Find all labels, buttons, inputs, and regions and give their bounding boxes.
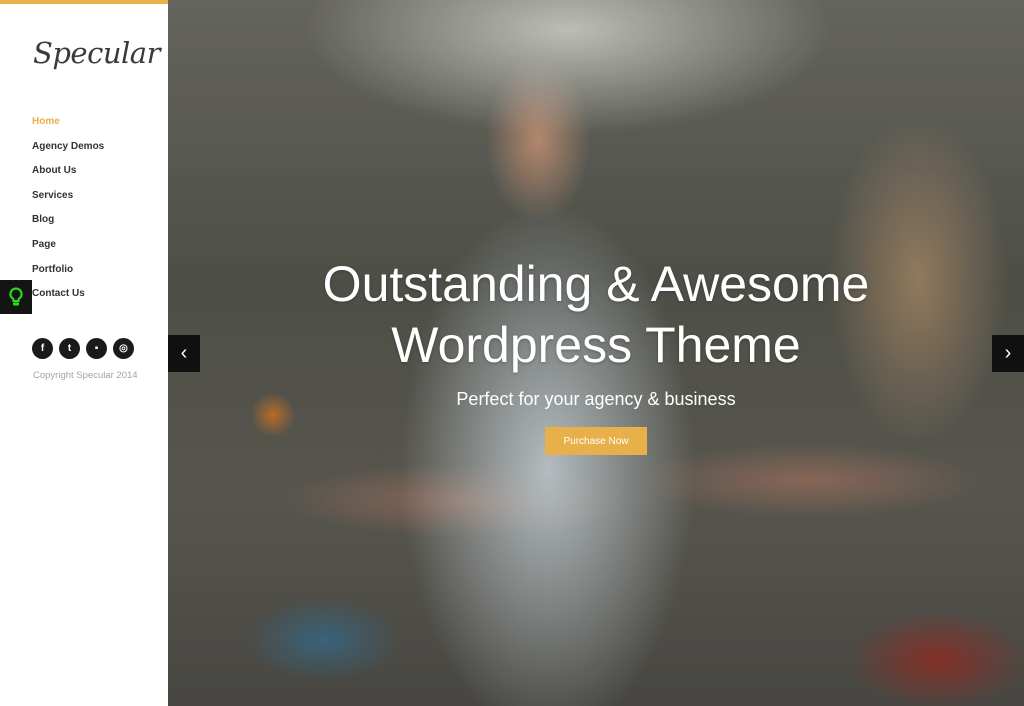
social-links: f t ▪ ◎ bbox=[32, 338, 134, 359]
nav-item-page[interactable]: Page bbox=[32, 237, 104, 262]
nav-item-about-us[interactable]: About Us bbox=[32, 163, 104, 188]
nav-item-services[interactable]: Services bbox=[32, 188, 104, 213]
accent-bar bbox=[0, 0, 168, 4]
nav-item-portfolio[interactable]: Portfolio bbox=[32, 262, 104, 287]
dribbble-icon[interactable]: ◎ bbox=[113, 338, 134, 359]
hero-title: Outstanding & Awesome Wordpress Theme bbox=[168, 254, 1024, 376]
site-logo[interactable]: Specular bbox=[33, 36, 160, 70]
nav-item-contact-us[interactable]: Contact Us bbox=[32, 286, 104, 311]
nav-item-agency-demos[interactable]: Agency Demos bbox=[32, 139, 104, 164]
chevron-right-icon: › bbox=[1004, 342, 1012, 364]
hero-title-line-2: Wordpress Theme bbox=[391, 317, 801, 373]
purchase-now-button[interactable]: Purchase Now bbox=[545, 427, 647, 455]
slider-next-button[interactable]: › bbox=[992, 335, 1024, 372]
nav-item-blog[interactable]: Blog bbox=[32, 212, 104, 237]
sidebar: Specular Home Agency Demos About Us Serv… bbox=[0, 0, 168, 706]
hero-subtitle: Perfect for your agency & business bbox=[456, 389, 736, 409]
twitter-icon[interactable]: t bbox=[59, 338, 80, 359]
main-nav: Home Agency Demos About Us Services Blog… bbox=[32, 114, 104, 311]
lightbulb-icon bbox=[9, 287, 23, 306]
style-switcher-toggle[interactable] bbox=[0, 280, 32, 314]
hero-slider: Outstanding & Awesome Wordpress Theme Pe… bbox=[168, 0, 1024, 706]
slider-prev-button[interactable]: ‹ bbox=[168, 335, 200, 372]
flickr-icon[interactable]: ▪ bbox=[86, 338, 107, 359]
chevron-left-icon: ‹ bbox=[180, 342, 188, 364]
nav-item-home[interactable]: Home bbox=[32, 114, 104, 139]
facebook-icon[interactable]: f bbox=[32, 338, 53, 359]
copyright-text: Copyright Specular 2014 bbox=[33, 370, 138, 381]
hero-title-line-1: Outstanding & Awesome bbox=[322, 256, 870, 312]
